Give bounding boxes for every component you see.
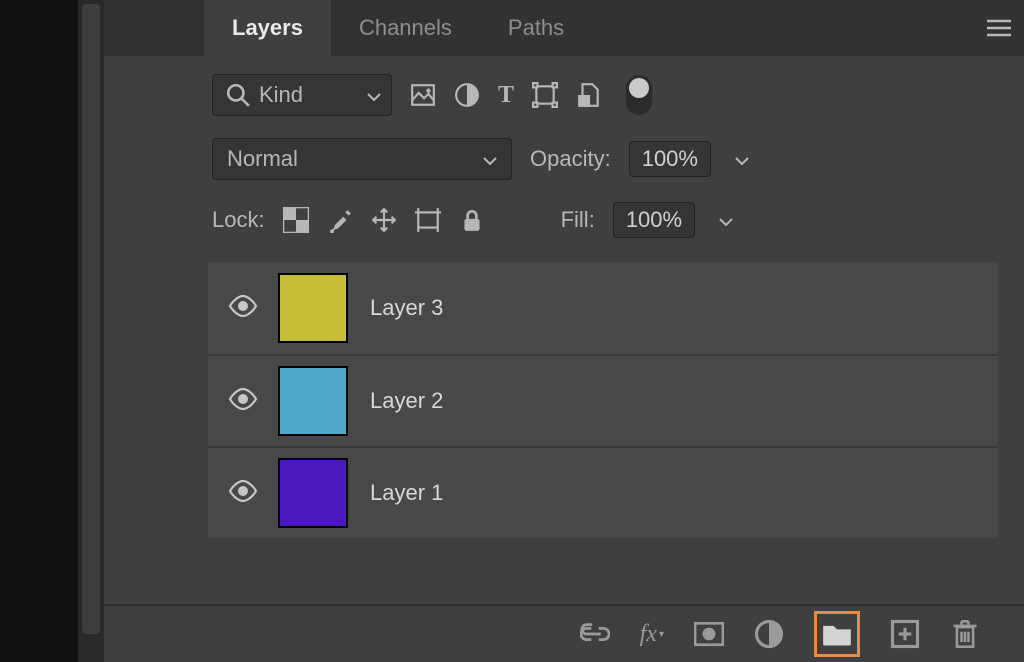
lock-all-icon[interactable] (459, 207, 485, 233)
new-group-button[interactable] (814, 611, 860, 657)
folder-icon (822, 619, 852, 649)
tab-channels[interactable]: Channels (331, 0, 480, 56)
lock-artboard-icon[interactable] (415, 207, 441, 233)
layer-fx-icon[interactable]: fx▾ (640, 621, 664, 648)
layers-bottom-bar: fx▾ (104, 604, 1024, 662)
layer-list: Layer 3 Layer 2 Layer 1 (208, 262, 998, 538)
new-layer-icon[interactable] (890, 619, 920, 649)
fill-label: Fill: (561, 207, 595, 233)
layer-row[interactable]: Layer 2 (208, 354, 998, 446)
opacity-chevron[interactable] (729, 146, 755, 172)
eye-icon (228, 388, 258, 415)
fill-chevron[interactable] (713, 207, 739, 233)
visibility-toggle[interactable] (208, 388, 278, 415)
filter-kind-dropdown[interactable]: Kind (212, 74, 392, 116)
adjustment-layer-icon[interactable] (754, 619, 784, 649)
lock-move-icon[interactable] (371, 207, 397, 233)
lock-brush-icon[interactable] (327, 207, 353, 233)
layer-name[interactable]: Layer 3 (370, 295, 443, 321)
layer-name[interactable]: Layer 2 (370, 388, 443, 414)
chevron-down-icon (357, 82, 391, 108)
opacity-label: Opacity: (530, 146, 611, 172)
layer-row[interactable]: Layer 3 (208, 262, 998, 354)
layer-mask-icon[interactable] (694, 619, 724, 649)
filter-adjustment-icon[interactable] (454, 82, 480, 108)
fill-value[interactable]: 100% (613, 202, 695, 238)
filter-smartobject-icon[interactable] (576, 82, 602, 108)
eye-icon (228, 295, 258, 322)
panel-tab-bar: Layers Channels Paths (104, 0, 1024, 56)
layer-thumbnail[interactable] (278, 458, 348, 528)
canvas-area (0, 0, 78, 662)
delete-layer-icon[interactable] (950, 619, 980, 649)
layer-name[interactable]: Layer 1 (370, 480, 443, 506)
search-icon (225, 82, 251, 108)
filter-kind-label: Kind (259, 82, 303, 108)
visibility-toggle[interactable] (208, 295, 278, 322)
chevron-down-icon (483, 146, 497, 172)
filter-toggle[interactable] (626, 75, 652, 115)
visibility-toggle[interactable] (208, 480, 278, 507)
blend-row: Normal Opacity: 100% (104, 116, 1024, 180)
layer-thumbnail[interactable] (278, 273, 348, 343)
blend-mode-dropdown[interactable]: Normal (212, 138, 512, 180)
panel-menu-icon[interactable] (974, 0, 1024, 56)
opacity-value[interactable]: 100% (629, 141, 711, 177)
lock-transparency-icon[interactable] (283, 207, 309, 233)
tab-paths[interactable]: Paths (480, 0, 592, 56)
tab-layers[interactable]: Layers (204, 0, 331, 56)
lock-row: Lock: Fill: 100% (104, 180, 1024, 238)
canvas-scrollbar-thumb[interactable] (82, 4, 100, 634)
filter-type-icon[interactable]: T (498, 82, 514, 108)
layers-panel: Layers Channels Paths Kind T (104, 0, 1024, 662)
link-layers-icon[interactable] (580, 619, 610, 649)
layer-thumbnail[interactable] (278, 366, 348, 436)
layer-filter-row: Kind T (104, 56, 1024, 116)
layer-row[interactable]: Layer 1 (208, 446, 998, 538)
blend-mode-value: Normal (227, 146, 298, 172)
filter-shape-icon[interactable] (532, 82, 558, 108)
eye-icon (228, 480, 258, 507)
filter-pixel-icon[interactable] (410, 82, 436, 108)
lock-label: Lock: (212, 207, 265, 233)
